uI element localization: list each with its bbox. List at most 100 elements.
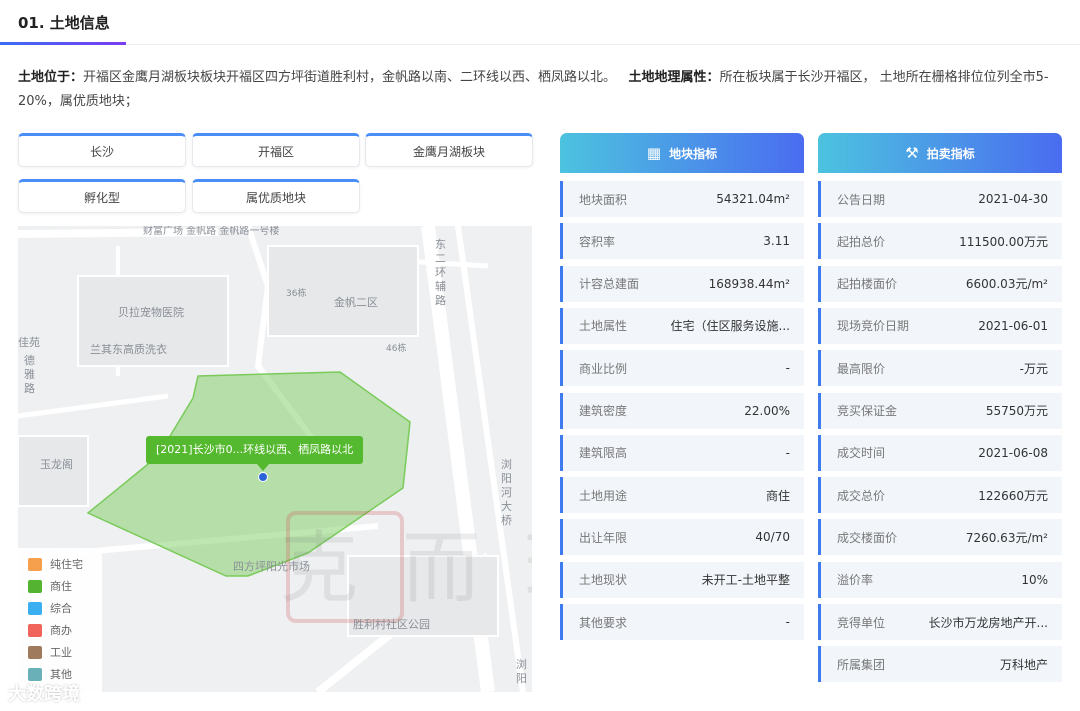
land-row-label: 其他要求 (579, 615, 628, 630)
tag-type[interactable]: 孵化型 (18, 179, 186, 213)
legend-swatch (28, 667, 42, 681)
land-row-value: 3.11 (763, 234, 790, 249)
auction-row-label: 所属集团 (837, 657, 886, 672)
auction-row-label: 最高限价 (837, 361, 886, 376)
auction-row-value: 2021-06-08 (978, 445, 1048, 460)
map-label: 46栋 (386, 344, 407, 354)
auction-row: 竞得单位 长沙市万龙房地产开... (818, 604, 1062, 640)
legend-item[interactable]: 综合 (28, 599, 72, 617)
auction-panel-header: ⚒ 拍卖指标 (818, 133, 1062, 173)
land-row: 计容总建面 168938.44m² (560, 265, 804, 302)
auction-row: 溢价率 10% (818, 561, 1062, 598)
parcel-popup[interactable]: [2021]长沙市0...环线以西、栖凤路以北 (146, 436, 364, 464)
auction-row-value: 长沙市万龙房地产开... (928, 615, 1048, 630)
legend-item[interactable]: 工业 (28, 643, 72, 661)
legend-swatch (28, 579, 42, 593)
location-text: 开福区金鹰月湖板块板块开福区四方坪街道胜利村，金帆路以南、二环线以西、栖凤路以北… (83, 70, 617, 85)
tag-block[interactable]: 金鹰月湖板块 (365, 133, 533, 167)
auction-row-value: -万元 (1019, 361, 1048, 376)
land-row-value: 40/70 (755, 530, 790, 545)
auction-row-label: 竞得单位 (837, 615, 886, 630)
legend-item[interactable]: 纯住宅 (28, 555, 83, 573)
auction-row-value: 2021-04-30 (978, 192, 1048, 206)
section-title: 01. 土地信息 (18, 14, 110, 32)
map-label: 玉龙阁 (40, 458, 73, 471)
map-label: 财富广场 金帆路 金帆路一号楼 (143, 226, 280, 237)
map-label: 兰其东高质洗衣 (90, 343, 167, 356)
land-map[interactable]: 贝拉宠物医院 兰其东高质洗衣 金帆二区 玉龙阁 四方坪阳光市场 胜利村社区公园 … (18, 226, 532, 692)
map-label: 36栋 (286, 289, 307, 299)
land-row: 建筑限高 - (560, 434, 804, 471)
map-legend: 纯住宅 商住 综合 商办 工业 其他 (18, 548, 102, 692)
land-row-label: 建筑密度 (579, 404, 628, 418)
auction-row: 成交时间 2021-06-08 (818, 434, 1062, 471)
land-row-label: 土地用途 (579, 488, 628, 503)
land-row: 建筑密度 22.00% (560, 392, 804, 429)
legend-item[interactable]: 商住 (28, 577, 72, 595)
land-row: 商业比例 - (560, 350, 804, 387)
auction-row: 所属集团 万科地产 (818, 646, 1062, 683)
land-row: 地块面积 54321.04m² (560, 181, 804, 217)
watermark-text: 克而瑞 (280, 524, 532, 614)
auction-row-label: 成交时间 (837, 446, 886, 461)
auction-row-value: 10% (1021, 572, 1048, 587)
auction-row: 现场竞价日期 2021-06-01 (818, 307, 1062, 344)
land-row: 土地属性 住宅（住区服务设施... (560, 307, 804, 344)
auction-row: 最高限价 -万元 (818, 350, 1062, 387)
attr-label: 土地地理属性： (628, 70, 720, 85)
land-row: 土地现状 未开工-土地平整 (560, 561, 804, 598)
auction-row-label: 公告日期 (837, 192, 886, 207)
map-label: 金帆二区 (334, 296, 378, 309)
section-title-underline (0, 42, 126, 45)
land-row-value: 住宅（住区服务设施... (670, 319, 790, 334)
auction-row: 起拍总价 111500.00万元 (818, 223, 1062, 260)
land-row-label: 容积率 (579, 234, 616, 249)
auction-row: 竞买保证金 55750万元 (818, 392, 1062, 429)
auction-row-label: 起拍总价 (837, 234, 886, 249)
land-row-value: - (785, 361, 790, 376)
land-intro: 土地位于：开福区金鹰月湖板块板块开福区四方坪街道胜利村，金帆路以南、二环线以西、… (18, 66, 1068, 114)
auction-row: 公告日期 2021-04-30 (818, 181, 1062, 217)
land-info-card: 01. 土地信息 土地位于：开福区金鹰月湖板块板块开福区四方坪街道胜利村，金帆路… (0, 0, 1080, 711)
land-panel-title: 地块指标 (669, 146, 718, 161)
tag-city[interactable]: 长沙 (18, 133, 186, 167)
auction-row-label: 竞买保证金 (837, 404, 898, 418)
map-label: 贝拉宠物医院 (118, 306, 184, 319)
land-row: 容积率 3.11 (560, 223, 804, 260)
land-row: 出让年限 40/70 (560, 519, 804, 556)
gavel-icon: ⚒ (905, 144, 919, 162)
auction-row-label: 现场竞价日期 (837, 319, 910, 334)
watermark-logo: 大数跨境 (8, 684, 80, 705)
land-row-label: 商业比例 (579, 361, 628, 376)
auction-row-value: 111500.00万元 (959, 234, 1048, 249)
tag-quality[interactable]: 属优质地块 (192, 179, 360, 213)
legend-item[interactable]: 商办 (28, 621, 72, 639)
land-row-label: 建筑限高 (579, 446, 628, 461)
building-icon: ▦ (646, 144, 662, 162)
auction-row-value: 55750万元 (985, 404, 1048, 418)
map-label: 胜利村社区公园 (353, 618, 430, 631)
map-road-label: 浏阳 (516, 658, 527, 685)
auction-row: 起拍楼面价 6600.03元/m² (818, 265, 1062, 302)
map-road-label: 东二环辅路 (435, 238, 446, 307)
location-pin-icon[interactable] (258, 472, 268, 482)
land-panel-header: ▦ 地块指标 (560, 133, 804, 173)
land-indicator-panel: ▦ 地块指标 地块面积 54321.04m² 容积率 3.11 计容总建面 168938.4… (560, 133, 804, 640)
auction-row-value: 7260.63元/m² (965, 530, 1048, 545)
land-row-value: 22.00% (744, 403, 790, 418)
auction-row-value: 万科地产 (999, 657, 1048, 672)
auction-row-value: 2021-06-01 (978, 318, 1048, 333)
map-label: 佳苑 (18, 336, 40, 349)
location-label: 土地位于： (18, 70, 84, 85)
auction-row: 成交楼面价 7260.63元/m² (818, 519, 1062, 556)
auction-row-label: 成交总价 (837, 488, 886, 503)
auction-row-label: 成交楼面价 (837, 530, 898, 545)
legend-swatch (28, 623, 42, 637)
tag-district[interactable]: 开福区 (192, 133, 360, 167)
land-row-label: 土地现状 (579, 573, 628, 588)
auction-row-value: 122660万元 (978, 488, 1048, 503)
land-row-value: 168938.44m² (708, 276, 790, 291)
land-row-value: - (785, 445, 790, 460)
land-row-label: 计容总建面 (579, 277, 640, 292)
land-row-value: - (785, 615, 790, 629)
